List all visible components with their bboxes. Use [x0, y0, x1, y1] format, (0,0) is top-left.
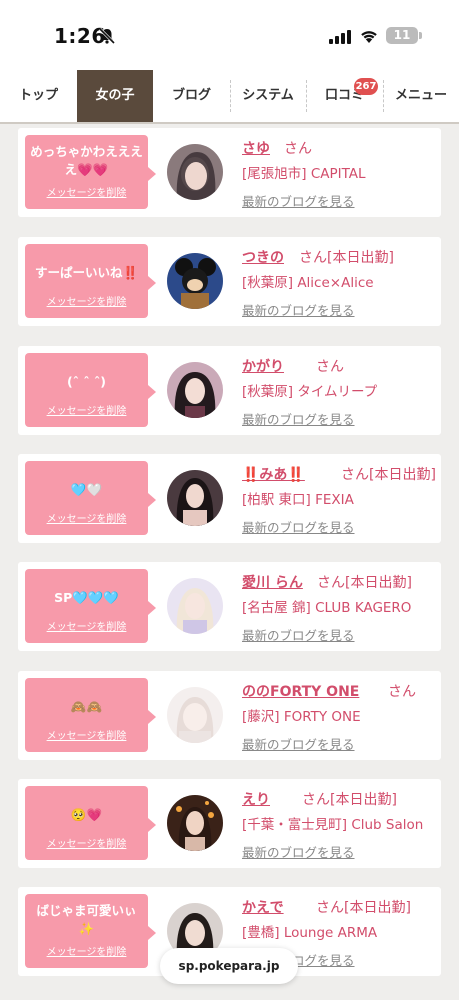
delete-message-link[interactable]: メッセージを削除 [25, 510, 148, 525]
delete-message-link[interactable]: メッセージを削除 [25, 727, 148, 742]
avatar[interactable] [167, 795, 223, 851]
shop-name[interactable]: [藤沢] FORTY ONE [242, 705, 361, 725]
message-bubble: 🥺💗 メッセージを削除 [25, 786, 156, 860]
avatar[interactable] [167, 362, 223, 418]
shop-name[interactable]: [秋葉原] Alice×Alice [242, 271, 374, 291]
avatar[interactable] [167, 578, 223, 634]
tab-girls[interactable]: 女の子 [77, 70, 153, 122]
tab-bar: トップ 女の子 ブログ システム 口コミ メニュー [0, 70, 459, 124]
girl-name-link[interactable]: 愛川 らん [242, 572, 303, 592]
message-bubble: めっちゃかわええええ💗💗 メッセージを削除 [25, 135, 156, 209]
message-text: 🥺💗 [70, 807, 103, 822]
list-item: すーぱーいいね‼️ メッセージを削除 つきの さん[本日出勤] [秋葉原] Al… [18, 237, 441, 326]
message-bubble: 🙈🙈 メッセージを削除 [25, 678, 156, 752]
delete-message-link[interactable]: メッセージを削除 [25, 293, 148, 308]
latest-blog-link[interactable]: 最新のブログを見る [242, 842, 355, 861]
status-bar: 1:26 11 [0, 0, 459, 70]
name-suffix: さん[本日出勤] [299, 250, 394, 266]
girl-name-link[interactable]: さゆ [242, 138, 270, 158]
message-bubble: SP🩵🩵🩵 メッセージを削除 [25, 569, 156, 643]
girl-name-link[interactable]: えり [242, 789, 270, 809]
tab-blog[interactable]: ブログ [153, 70, 230, 122]
cellular-signal-icon [329, 30, 351, 44]
tab-system[interactable]: システム [230, 70, 306, 122]
list-item: 🙈🙈 メッセージを削除 ののFORTY ONE さん [藤沢] FORTY ON… [18, 671, 441, 760]
name-suffix: さん[本日出勤] [341, 467, 436, 483]
name-suffix: さん[本日出勤] [316, 900, 411, 916]
message-text: SP🩵🩵🩵 [54, 590, 119, 605]
message-text: 🩵🤍 [70, 482, 103, 497]
list-item: 🩵🤍 メッセージを削除 ‼️みあ‼️ さん[本日出勤] [柏駅 東口] FEXI… [18, 454, 441, 543]
avatar[interactable] [167, 687, 223, 743]
list-item: SP🩵🩵🩵 メッセージを削除 愛川 らん さん[本日出勤] [名古屋 錦] CL… [18, 562, 441, 651]
shop-name[interactable]: [千葉・富士見町] Club Salon [242, 813, 423, 833]
girl-name-link[interactable]: ののFORTY ONE [242, 681, 359, 701]
avatar[interactable] [167, 470, 223, 526]
latest-blog-link[interactable]: 最新のブログを見る [242, 300, 355, 319]
message-text: (ˆ ˆ ˆ) [67, 374, 106, 389]
latest-blog-link[interactable]: 最新のブログを見る [242, 191, 355, 210]
latest-blog-link[interactable]: 最新のブログを見る [242, 625, 355, 644]
name-suffix: さん[本日出勤] [317, 575, 412, 591]
girl-name-link[interactable]: かえで [242, 897, 284, 917]
shop-name[interactable]: [柏駅 東口] FEXIA [242, 488, 354, 508]
reviews-count-badge: 267 [354, 78, 378, 95]
list-item: 🥺💗 メッセージを削除 えり さん[本日出勤] [千葉・富士見町] Club S… [18, 779, 441, 868]
name-suffix: さん [316, 359, 344, 375]
message-bubble: すーぱーいいね‼️ メッセージを削除 [25, 244, 156, 318]
delete-message-link[interactable]: メッセージを削除 [25, 402, 148, 417]
message-bubble: ばじゃま可愛いぃ✨ メッセージを削除 [25, 894, 156, 968]
message-text: めっちゃかわええええ💗💗 [30, 144, 143, 177]
name-suffix: さん [284, 141, 312, 157]
girl-name-link[interactable]: つきの [242, 247, 284, 267]
bell-muted-icon [98, 27, 116, 45]
message-text: ばじゃま可愛いぃ✨ [36, 903, 137, 936]
list-item: めっちゃかわええええ💗💗 メッセージを削除 さゆ さん [尾張旭市] CAPIT… [18, 128, 441, 217]
latest-blog-link[interactable]: 最新のブログを見る [242, 734, 355, 753]
latest-blog-link[interactable]: 最新のブログを見る [242, 409, 355, 428]
latest-blog-link[interactable]: 最新のブログを見る [242, 517, 355, 536]
delete-message-link[interactable]: メッセージを削除 [25, 184, 148, 199]
wifi-icon [361, 31, 377, 43]
shop-name[interactable]: [豊橋] Lounge ARMA [242, 921, 377, 941]
avatar[interactable] [167, 253, 223, 309]
shop-name[interactable]: [秋葉原] タイムリープ [242, 380, 377, 400]
name-suffix: さん[本日出勤] [302, 792, 397, 808]
message-bubble: 🩵🤍 メッセージを削除 [25, 461, 156, 535]
delete-message-link[interactable]: メッセージを削除 [25, 943, 148, 958]
shop-name[interactable]: [尾張旭市] CAPITAL [242, 162, 366, 182]
address-bar[interactable]: sp.pokepara.jp [160, 948, 298, 984]
delete-message-link[interactable]: メッセージを削除 [25, 835, 148, 850]
avatar[interactable] [167, 144, 223, 200]
list-item: (ˆ ˆ ˆ) メッセージを削除 かがり さん [秋葉原] タイムリープ 最新の… [18, 346, 441, 435]
message-text: すーぱーいいね‼️ [34, 265, 139, 280]
battery-tip [419, 32, 422, 39]
battery-indicator: 11 [386, 27, 418, 44]
message-text: 🙈🙈 [70, 699, 103, 714]
name-suffix: さん [388, 684, 416, 700]
girl-name-link[interactable]: かがり [242, 356, 284, 376]
shop-name[interactable]: [名古屋 錦] CLUB KAGERO [242, 596, 411, 616]
tab-menu[interactable]: メニュー [383, 70, 459, 122]
message-bubble: (ˆ ˆ ˆ) メッセージを削除 [25, 353, 156, 427]
girl-name-link[interactable]: ‼️みあ‼️ [242, 464, 305, 484]
tab-top[interactable]: トップ [0, 70, 77, 122]
delete-message-link[interactable]: メッセージを削除 [25, 618, 148, 633]
